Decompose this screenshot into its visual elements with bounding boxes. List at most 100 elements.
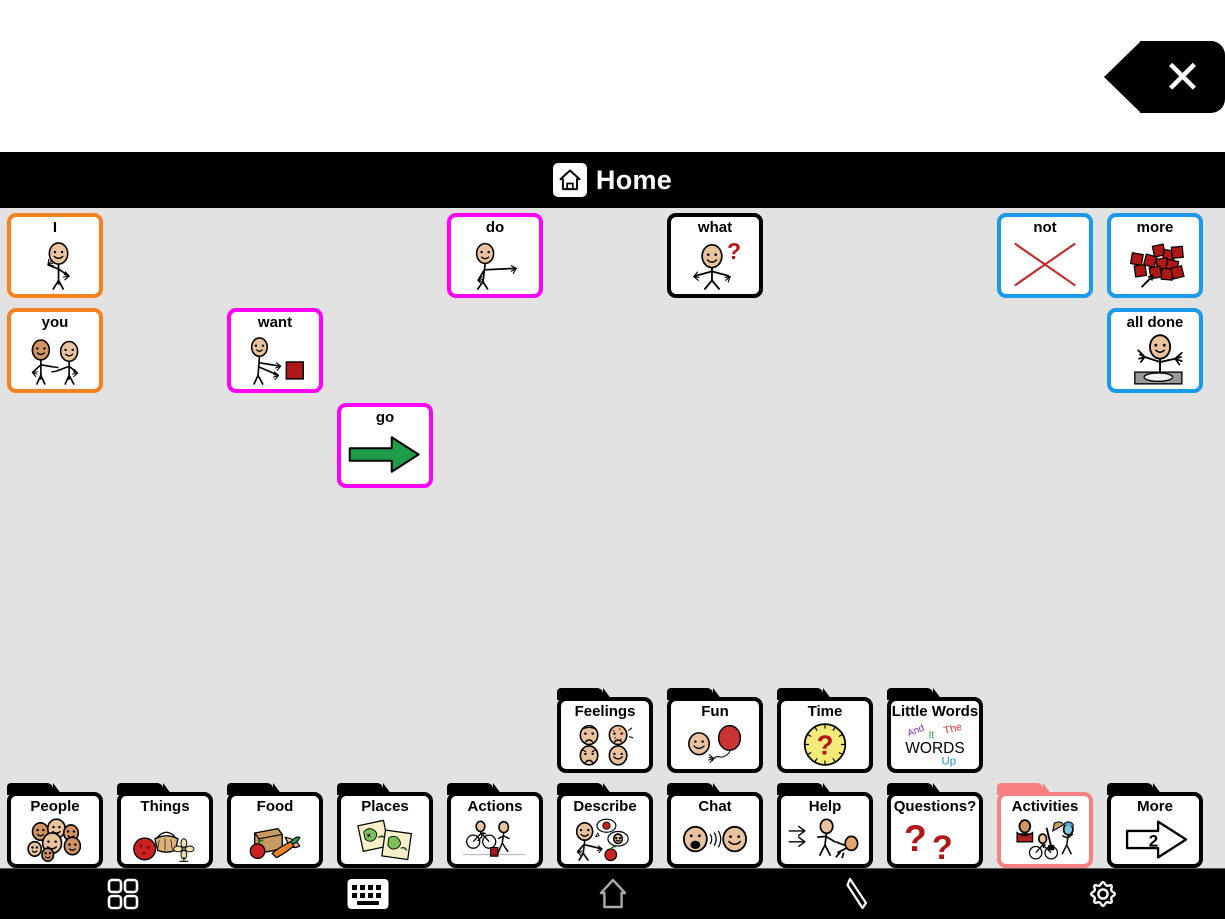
page-header: Home bbox=[0, 152, 1225, 208]
message-bar[interactable]: ✕ bbox=[0, 0, 1225, 152]
svg-text:?: ? bbox=[817, 730, 834, 761]
category-button-help[interactable]: Help bbox=[777, 783, 873, 868]
board-cell: what ? bbox=[667, 213, 763, 298]
board-cell: I bbox=[7, 213, 103, 298]
arrow-right-page-icon: 2 bbox=[1114, 817, 1196, 862]
word-button-i[interactable]: I bbox=[7, 213, 103, 298]
face-balloon-icon bbox=[674, 722, 756, 767]
word-button-not[interactable]: not bbox=[997, 213, 1093, 298]
two-faces-talking-icon bbox=[674, 817, 756, 862]
word-button-do[interactable]: do bbox=[447, 213, 543, 298]
home-icon[interactable] bbox=[490, 869, 735, 919]
board-cell: go bbox=[337, 403, 433, 488]
board-cell: Things bbox=[117, 783, 213, 868]
svg-text:The: The bbox=[942, 722, 963, 737]
red-x-icon bbox=[1003, 238, 1087, 291]
category-button-questions-[interactable]: Questions? ? ? bbox=[887, 783, 983, 868]
folded-corner-icon bbox=[82, 312, 99, 329]
category-button-label: Describe bbox=[573, 798, 637, 815]
two-people-pointing-icon bbox=[13, 333, 97, 386]
category-button-food[interactable]: Food bbox=[227, 783, 323, 868]
green-arrow-right-icon bbox=[343, 428, 427, 481]
folded-corner-icon bbox=[412, 407, 429, 424]
category-button-feelings[interactable]: Feelings bbox=[557, 688, 653, 773]
word-button-what[interactable]: what ? bbox=[667, 213, 763, 298]
helping-hands-icon bbox=[784, 817, 866, 862]
word-button-label: more bbox=[1136, 219, 1174, 236]
board-cell: not bbox=[997, 213, 1093, 298]
category-button-fun[interactable]: Fun bbox=[667, 688, 763, 773]
communication-board: I you do want go what ? not more all done Fe… bbox=[0, 208, 1225, 869]
category-button-label: Help bbox=[808, 798, 842, 815]
red-blocks-pile-icon bbox=[1113, 238, 1197, 291]
clear-message-button[interactable]: ✕ bbox=[1104, 41, 1225, 113]
board-cell: People bbox=[7, 783, 103, 868]
gear-icon[interactable] bbox=[980, 869, 1225, 919]
board-cell: Fun bbox=[667, 688, 763, 773]
category-button-label: Little Words bbox=[891, 703, 979, 720]
person-reaching-icon bbox=[453, 238, 537, 291]
person-pointing-self-icon bbox=[13, 238, 97, 291]
cyclist-runner-icon bbox=[454, 817, 536, 862]
category-button-label: Activities bbox=[1011, 798, 1079, 815]
category-button-actions[interactable]: Actions bbox=[447, 783, 543, 868]
board-cell: Feelings bbox=[557, 688, 653, 773]
category-button-things[interactable]: Things bbox=[117, 783, 213, 868]
category-button-chat[interactable]: Chat bbox=[667, 783, 763, 868]
keyboard-icon[interactable] bbox=[245, 869, 490, 919]
category-button-label: Feelings bbox=[574, 703, 636, 720]
grid-icon[interactable] bbox=[0, 869, 245, 919]
person-hands-up-empty-plate-icon bbox=[1113, 333, 1197, 386]
word-button-label: not bbox=[1033, 219, 1057, 236]
folded-corner-icon bbox=[82, 217, 99, 234]
category-button-label: Fun bbox=[701, 703, 729, 720]
svg-text:?: ? bbox=[932, 829, 953, 862]
category-button-little-words[interactable]: Little Words And It The WORDS Up bbox=[887, 688, 983, 773]
two-question-marks-icon: ? ? bbox=[894, 817, 976, 862]
category-button-label: People bbox=[30, 798, 80, 815]
category-button-label: Questions? bbox=[893, 798, 977, 815]
word-button-all-done[interactable]: all done bbox=[1107, 308, 1203, 393]
category-button-places[interactable]: Places bbox=[337, 783, 433, 868]
close-x-icon: ✕ bbox=[1163, 51, 1202, 103]
svg-text:?: ? bbox=[904, 817, 927, 859]
board-cell: Little Words And It The WORDS Up bbox=[887, 688, 983, 773]
folded-corner-icon bbox=[302, 312, 319, 329]
category-button-activities[interactable]: Activities bbox=[997, 783, 1093, 868]
category-button-describe[interactable]: Describe bbox=[557, 783, 653, 868]
board-cell: all done bbox=[1107, 308, 1203, 393]
category-button-label: Food bbox=[256, 798, 294, 815]
page-title: Home bbox=[595, 164, 673, 195]
word-button-want[interactable]: want bbox=[227, 308, 323, 393]
category-button-label: Actions bbox=[467, 798, 523, 815]
svg-text:?: ? bbox=[727, 238, 741, 264]
board-cell: do bbox=[447, 213, 543, 298]
category-button-people[interactable]: People bbox=[7, 783, 103, 868]
board-cell: More 2 bbox=[1107, 783, 1203, 868]
person-question-icon: ? bbox=[673, 238, 757, 291]
bottom-toolbar bbox=[0, 869, 1225, 919]
word-button-more[interactable]: more bbox=[1107, 213, 1203, 298]
four-faces-icon bbox=[564, 722, 646, 767]
pencil-icon[interactable] bbox=[735, 869, 980, 919]
person-reaching-for-object-icon bbox=[233, 333, 317, 386]
board-cell: want bbox=[227, 308, 323, 393]
bread-apple-carrot-icon bbox=[234, 817, 316, 862]
board-cell: more bbox=[1107, 213, 1203, 298]
category-button-label: Time bbox=[807, 703, 843, 720]
board-cell: you bbox=[7, 308, 103, 393]
little-words-icon: And It The WORDS Up bbox=[894, 722, 976, 767]
board-cell: Food bbox=[227, 783, 323, 868]
svg-text:2: 2 bbox=[1149, 831, 1158, 850]
category-button-time[interactable]: Time ? bbox=[777, 688, 873, 773]
category-button-more[interactable]: More 2 bbox=[1107, 783, 1203, 868]
svg-text:And: And bbox=[906, 723, 926, 740]
word-button-you[interactable]: you bbox=[7, 308, 103, 393]
group-of-faces-icon bbox=[14, 817, 96, 862]
board-cell: Activities bbox=[997, 783, 1093, 868]
board-cell: Actions bbox=[447, 783, 543, 868]
category-button-label: More bbox=[1137, 798, 1173, 815]
word-button-go[interactable]: go bbox=[337, 403, 433, 488]
board-cell: Help bbox=[777, 783, 873, 868]
board-cell: Questions? ? ? bbox=[887, 783, 983, 868]
